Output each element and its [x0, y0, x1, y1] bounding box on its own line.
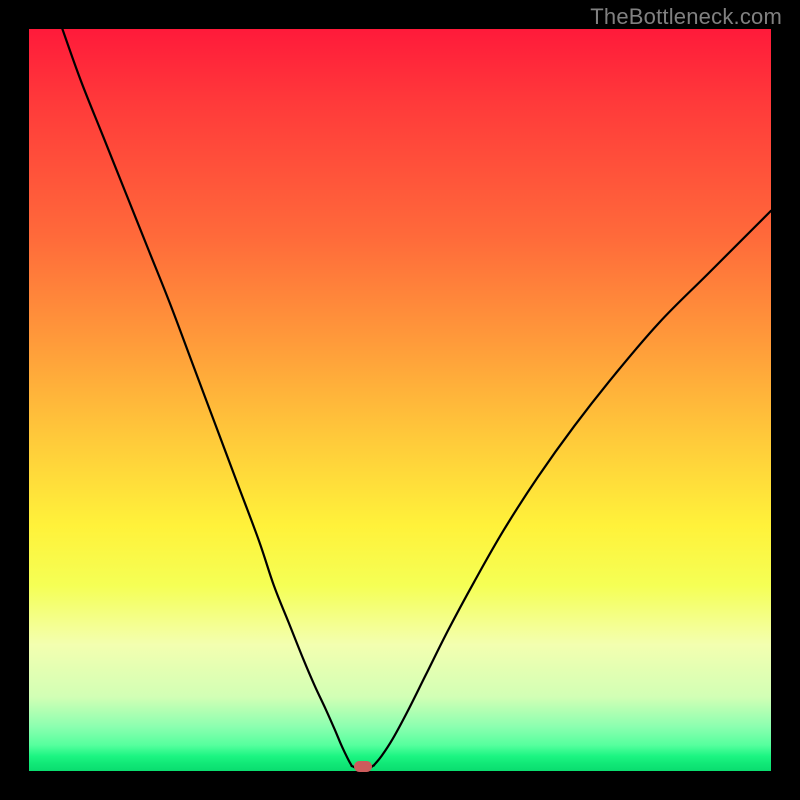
watermark-text: TheBottleneck.com: [590, 4, 782, 30]
chart-frame: TheBottleneck.com: [0, 0, 800, 800]
optimal-point-marker: [354, 761, 372, 772]
chart-plot-area: [29, 29, 771, 771]
